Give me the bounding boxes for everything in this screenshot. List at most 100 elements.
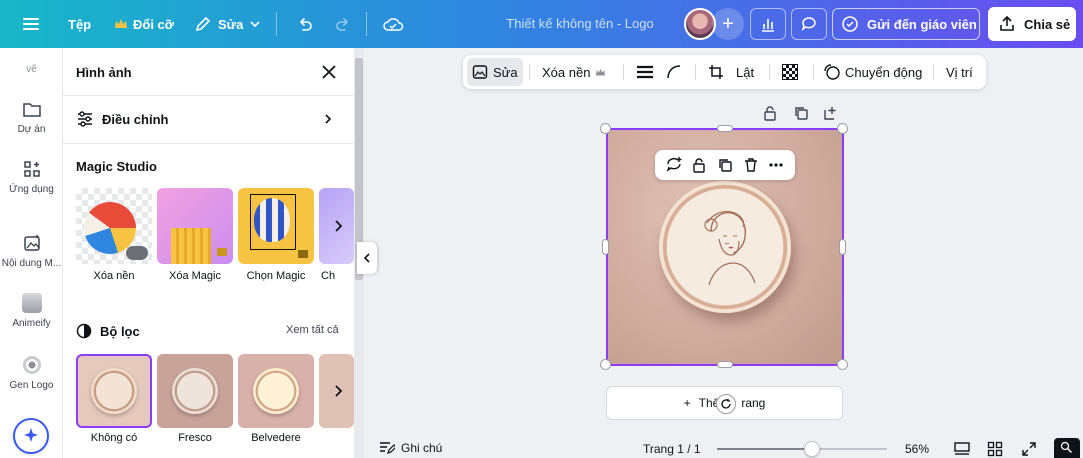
remove-background-button[interactable]: Xóa nền [537, 58, 611, 86]
duplicate-page-button[interactable] [792, 104, 810, 122]
resize-handle-left[interactable] [602, 239, 609, 255]
magic-tool-magic-eraser[interactable] [157, 188, 233, 264]
zoom-slider-thumb[interactable] [804, 441, 820, 457]
fullscreen-button[interactable] [1020, 440, 1038, 458]
more-options-button[interactable] [766, 155, 786, 175]
gen-logo-icon [22, 356, 41, 374]
zoom-value[interactable]: 56% [905, 442, 929, 456]
magic-tool-remove-bg[interactable] [76, 188, 152, 264]
rail-item-projects[interactable]: Dự án [0, 98, 63, 135]
position-button[interactable]: Vị trí [941, 58, 978, 86]
fries-image [171, 228, 211, 264]
share-button[interactable]: Chia sẻ [988, 7, 1076, 41]
animate-button[interactable]: Chuyển động [819, 58, 927, 86]
delete-element-button[interactable] [741, 155, 761, 175]
magic-tool-label: Xóa nền [93, 270, 135, 282]
toolbar-divider [366, 12, 367, 36]
pages-view-button[interactable] [953, 440, 971, 458]
magic-tool-magic-grab[interactable] [238, 188, 314, 264]
help-button[interactable] [1054, 438, 1080, 458]
divider [769, 64, 770, 80]
rail-item-magic-media[interactable]: Nội dung M... [0, 232, 63, 269]
comments-button[interactable] [791, 8, 827, 40]
magic-assistant-button[interactable] [13, 418, 49, 454]
edit-mode-button[interactable]: Sửa [186, 7, 269, 41]
add-page-icon-button[interactable] [822, 104, 840, 122]
resize-handle-top[interactable] [717, 125, 733, 132]
corner-radius-icon [667, 65, 681, 79]
magic-tools-next-button[interactable] [328, 211, 348, 241]
insights-button[interactable] [750, 8, 786, 40]
adjust-row[interactable]: Điều chỉnh [76, 107, 334, 131]
rail-item-draw-label[interactable]: vẽ [0, 64, 63, 75]
menu-button[interactable] [14, 7, 48, 41]
rail-item-label: Dự án [17, 124, 46, 135]
lock-element-button[interactable] [689, 155, 709, 175]
rail-item-apps[interactable]: Ứng dụng [0, 158, 63, 195]
comment-icon [801, 17, 816, 31]
add-comment-button[interactable] [664, 155, 684, 175]
zoom-slider-fill [717, 448, 812, 450]
coin-thumbnail [172, 368, 218, 414]
divider [63, 95, 354, 96]
resize-handle-top-right[interactable] [837, 123, 848, 134]
share-label: Chia sẻ [1024, 16, 1071, 32]
border-style-button[interactable] [631, 58, 659, 86]
collapse-panel-button[interactable] [357, 242, 377, 274]
edit-image-button[interactable]: Sửa [467, 58, 523, 86]
duplicate-icon [795, 107, 808, 120]
file-menu-button[interactable]: Tệp [60, 7, 99, 41]
grid-view-button[interactable] [986, 440, 1004, 458]
see-all-filters-link[interactable]: Xem tất cả [286, 324, 339, 336]
divider [695, 64, 696, 80]
undo-button[interactable] [288, 7, 322, 41]
lock-page-button[interactable] [761, 104, 779, 122]
filters-label: Bộ lọc [100, 323, 140, 339]
resize-button[interactable]: Đổi cỡ [106, 7, 182, 41]
rotate-handle[interactable] [716, 394, 736, 414]
resize-handle-top-left[interactable] [600, 123, 611, 134]
zoom-slider[interactable] [717, 441, 887, 457]
edit-mode-label: Sửa [218, 16, 244, 32]
crown-badge-icon [217, 248, 227, 256]
filter-none-tile[interactable] [76, 354, 152, 428]
flip-button[interactable]: Lật [731, 58, 759, 86]
resize-handle-bottom-left[interactable] [600, 359, 611, 370]
resize-handle-bottom[interactable] [717, 361, 733, 368]
divider [623, 64, 624, 80]
image-edit-icon [472, 65, 488, 79]
magic-studio-heading: Magic Studio [76, 159, 157, 174]
transparency-button[interactable] [777, 58, 803, 86]
resize-handle-right[interactable] [839, 239, 846, 255]
filter-fresco-tile[interactable] [157, 354, 233, 428]
crown-badge-icon [298, 250, 308, 258]
trash-icon [744, 158, 757, 172]
corner-rounding-button[interactable] [661, 58, 687, 86]
notes-label: Ghi chú [401, 441, 443, 455]
document-title[interactable]: Thiết kế không tên - Logo [500, 0, 660, 48]
filter-label: Fresco [178, 432, 212, 444]
rail-item-animeify[interactable]: Animeify [0, 292, 63, 329]
rail-item-gen-logo[interactable]: Gen Logo [0, 354, 63, 391]
rail-item-label: Gen Logo [9, 380, 54, 391]
notes-button[interactable]: Ghi chú [379, 441, 442, 455]
close-panel-button[interactable] [319, 62, 339, 82]
duplicate-element-button[interactable] [715, 155, 735, 175]
send-to-teacher-button[interactable]: Gửi đến giáo viên [832, 8, 980, 40]
redo-button[interactable] [326, 7, 360, 41]
page-indicator[interactable]: Trang 1 / 1 [643, 442, 701, 456]
add-page-icon [824, 107, 836, 120]
crop-icon [709, 65, 723, 79]
toolbar-divider [276, 12, 277, 36]
cloud-save-button[interactable] [374, 7, 412, 41]
folder-icon [22, 103, 41, 117]
crop-button[interactable] [703, 58, 729, 86]
redo-icon [336, 18, 348, 31]
resize-handle-bottom-right[interactable] [837, 359, 848, 370]
add-collaborator-button[interactable]: + [712, 8, 744, 40]
filters-heading: Bộ lọc [76, 323, 140, 339]
help-icon [1060, 441, 1073, 454]
filters-next-button[interactable] [328, 376, 348, 406]
divider [933, 64, 934, 80]
filter-belvedere-tile[interactable] [238, 354, 314, 428]
